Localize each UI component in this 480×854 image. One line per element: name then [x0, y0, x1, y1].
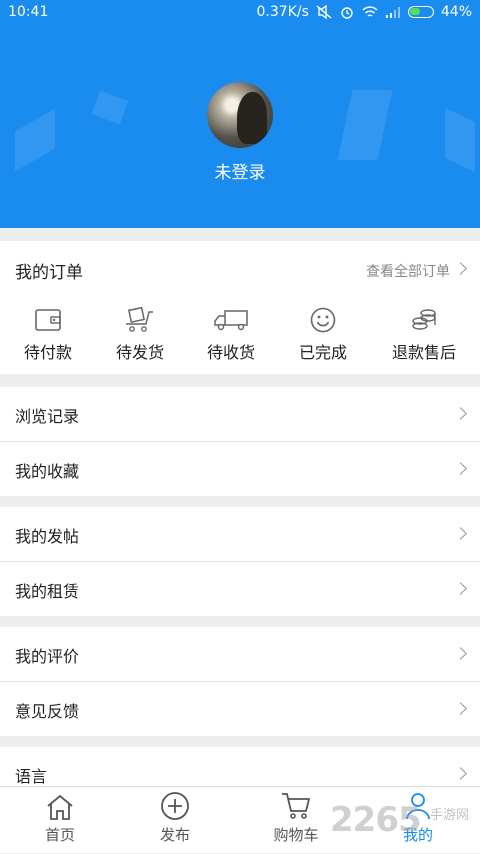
watermark-text: 手游网 — [430, 808, 470, 823]
chevron-right-icon — [454, 582, 467, 595]
menu-item-label: 浏览记录 — [15, 407, 80, 426]
menu-item-label: 我的租赁 — [15, 582, 80, 601]
chevron-right-icon — [454, 767, 467, 780]
menu-item-feedback[interactable]: 意见反馈 — [0, 682, 480, 736]
signal-icon — [385, 7, 400, 18]
chevron-right-icon — [454, 647, 467, 660]
decor-shape — [91, 90, 129, 125]
chevron-right-icon — [454, 407, 467, 420]
menu-item-label: 我的收藏 — [15, 462, 80, 481]
orders-section: 我的订单 查看全部订单 待付款 待发货 待收货 已完成 退款售后 — [0, 241, 480, 374]
username-label[interactable]: 未登录 — [0, 158, 480, 183]
nav-tab-label: 首页 — [44, 826, 75, 844]
nav-tab-home[interactable]: 首页 — [0, 787, 120, 854]
coins-icon — [412, 309, 436, 330]
wifi-icon — [362, 6, 378, 17]
menu-item-label: 语言 — [15, 767, 48, 786]
menu-item-label: 意见反馈 — [15, 702, 80, 721]
order-status-completed[interactable]: 已完成 — [275, 305, 371, 363]
order-status-label: 待收货 — [206, 343, 255, 362]
chevron-right-icon — [454, 462, 467, 475]
avatar[interactable] — [207, 82, 273, 148]
truck-icon — [214, 310, 248, 331]
view-all-orders-link[interactable]: 查看全部订单 — [366, 261, 450, 281]
watermark-logo: 2265 手游网 — [330, 800, 469, 840]
order-status-label: 已完成 — [298, 343, 347, 362]
network-speed: 0.37K/s — [256, 4, 309, 20]
status-time: 10:41 — [8, 4, 49, 20]
plus-circle-icon — [161, 792, 189, 820]
battery-percent: 44% — [440, 4, 472, 20]
order-status-label: 退款售后 — [391, 343, 456, 362]
mute-icon — [316, 5, 332, 19]
order-status-pending-receipt[interactable]: 待收货 — [183, 305, 279, 363]
home-icon — [47, 794, 73, 820]
profile-header: 10:41 0.37K/s 44% 未登录 — [0, 0, 480, 228]
menu-item-favorites[interactable]: 我的收藏 — [0, 442, 480, 496]
orders-header[interactable]: 我的订单 查看全部订单 — [0, 241, 480, 296]
watermark-number: 2265 — [330, 800, 422, 840]
package-cart-icon — [126, 306, 153, 332]
nav-tab-label: 发布 — [159, 826, 190, 844]
wallet-icon — [35, 309, 61, 331]
order-status-refund[interactable]: 退款售后 — [376, 305, 472, 363]
order-status-label: 待付款 — [23, 343, 72, 362]
battery-icon — [407, 6, 434, 18]
decor-shape — [337, 90, 393, 160]
menu-item-history[interactable]: 浏览记录 — [0, 387, 480, 441]
chevron-right-icon — [454, 262, 467, 275]
menu-item-posts[interactable]: 我的发帖 — [0, 507, 480, 561]
cart-icon — [282, 793, 311, 819]
menu-item-rentals[interactable]: 我的租赁 — [0, 562, 480, 616]
orders-title: 我的订单 — [15, 263, 83, 283]
status-bar: 10:41 0.37K/s 44% — [0, 0, 480, 26]
menu-item-label: 我的评价 — [15, 647, 80, 666]
alarm-icon — [341, 7, 353, 19]
smile-icon — [310, 307, 336, 333]
order-status-pending-shipment[interactable]: 待发货 — [92, 305, 188, 363]
order-status-label: 待发货 — [115, 343, 164, 362]
nav-tab-publish[interactable]: 发布 — [115, 787, 235, 854]
chevron-right-icon — [454, 702, 467, 715]
order-status-pending-payment[interactable]: 待付款 — [0, 305, 96, 363]
menu-item-label: 我的发帖 — [15, 527, 80, 546]
chevron-right-icon — [454, 527, 467, 540]
menu-item-reviews[interactable]: 我的评价 — [0, 627, 480, 681]
